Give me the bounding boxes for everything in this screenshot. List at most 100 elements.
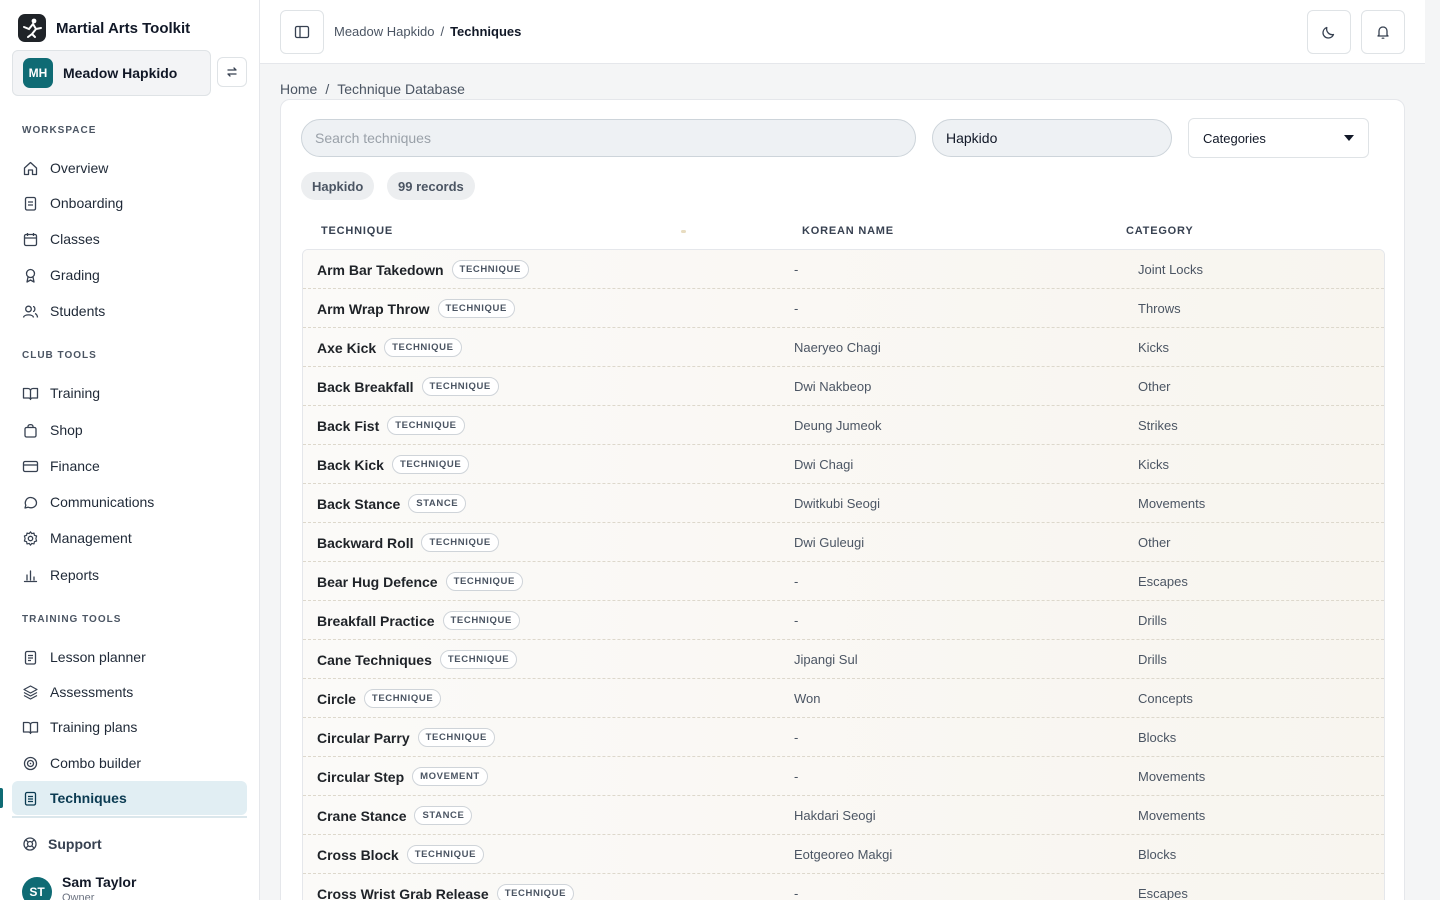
sidebar-item-finance[interactable]: Finance — [12, 449, 247, 483]
table-row[interactable]: Bear Hug Defence TECHNIQUE - Escapes — [303, 562, 1384, 601]
club-switcher[interactable]: MH Meadow Hapkido — [12, 50, 211, 96]
technique-name[interactable]: Crane Stance — [317, 808, 406, 824]
nav-section-workspace: WORKSPACE — [22, 125, 97, 136]
type-badge: TECHNIQUE — [445, 572, 523, 591]
users-icon — [22, 305, 39, 318]
header-breadcrumb: Meadow Hapkido / Techniques — [334, 24, 521, 39]
technique-name[interactable]: Back Kick — [317, 457, 384, 473]
user-name: Sam Taylor — [62, 874, 137, 890]
table-row[interactable]: Circle TECHNIQUE Won Concepts — [303, 679, 1384, 718]
technique-name[interactable]: Circular Parry — [317, 730, 410, 746]
sidebar-item-shop[interactable]: Shop — [12, 413, 247, 447]
sidebar-item-label: Training — [50, 385, 101, 401]
technique-name[interactable]: Cane Techniques — [317, 652, 432, 668]
technique-name[interactable]: Back Fist — [317, 418, 379, 434]
technique-name[interactable]: Back Stance — [317, 496, 400, 512]
category-select-value: Categories — [1203, 130, 1266, 146]
type-badge: TECHNIQUE — [437, 299, 515, 318]
table-row[interactable]: Back Kick TECHNIQUE Dwi Chagi Kicks — [303, 445, 1384, 484]
clipboard-icon — [24, 196, 37, 211]
sidebar-item-overview[interactable]: Overview — [12, 151, 247, 185]
table-row[interactable]: Arm Bar Takedown TECHNIQUE - Joint Locks — [303, 250, 1384, 289]
user-profile[interactable]: ST Sam Taylor Owner — [22, 873, 136, 900]
sidebar-item-lesson-planner[interactable]: Lesson planner — [12, 640, 247, 674]
technique-name[interactable]: Backward Roll — [317, 535, 413, 551]
clipboard-list-icon — [24, 650, 37, 665]
book-open-icon — [22, 387, 39, 400]
korean-name-cell: Eotgeoreo Makgi — [794, 847, 893, 862]
technique-name[interactable]: Breakfall Practice — [317, 613, 435, 629]
sidebar-item-combo-builder[interactable]: Combo builder — [12, 746, 247, 780]
shopping-bag-icon — [24, 423, 37, 438]
category-cell: Other — [1138, 379, 1171, 394]
sidebar-item-label: Reports — [50, 567, 100, 583]
technique-name[interactable]: Cross Block — [317, 847, 399, 863]
club-name: Meadow Hapkido — [63, 65, 178, 81]
sidebar-item-onboarding[interactable]: Onboarding — [12, 186, 247, 220]
technique-name[interactable]: Bear Hug Defence — [317, 574, 438, 590]
sidebar-item-label: Management — [50, 530, 132, 546]
breadcrumb-home[interactable]: Home — [280, 81, 317, 97]
column-header-technique[interactable]: TECHNIQUE — [321, 225, 393, 237]
technique-name[interactable]: Circle — [317, 691, 356, 707]
korean-name-cell: Hakdari Seogi — [794, 808, 876, 823]
table-row[interactable]: Cross Block TECHNIQUE Eotgeoreo Makgi Block… — [303, 835, 1384, 874]
category-select[interactable]: Categories — [1188, 118, 1369, 158]
sidebar-item-label: Overview — [50, 160, 109, 176]
category-cell: Concepts — [1138, 691, 1193, 706]
swap-club-button[interactable] — [217, 57, 247, 87]
sidebar-item-training-plans[interactable]: Training plans — [12, 710, 247, 744]
type-badge: TECHNIQUE — [384, 338, 462, 357]
award-icon — [25, 268, 36, 283]
table-row[interactable]: Circular Parry TECHNIQUE - Blocks — [303, 718, 1384, 757]
support-link[interactable]: Support — [22, 836, 102, 852]
calendar-icon — [23, 232, 38, 246]
technique-name[interactable]: Axe Kick — [317, 340, 376, 356]
sidebar-item-management[interactable]: Management — [12, 521, 247, 555]
column-header-korean-name[interactable]: KOREAN NAME — [802, 225, 894, 237]
technique-name[interactable]: Circular Step — [317, 769, 404, 785]
table-row[interactable]: Circular Step MOVEMENT - Movements — [303, 757, 1384, 796]
technique-name[interactable]: Arm Bar Takedown — [317, 262, 444, 278]
book-open-icon — [22, 721, 39, 734]
table-row[interactable]: Back Fist TECHNIQUE Deung Jumeok Strikes — [303, 406, 1384, 445]
column-header-category[interactable]: CATEGORY — [1126, 225, 1194, 237]
technique-name[interactable]: Arm Wrap Throw — [317, 301, 430, 317]
category-cell: Drills — [1138, 613, 1167, 628]
table-row[interactable]: Cross Wrist Grab Release TECHNIQUE - Escape… — [303, 874, 1384, 900]
table-row[interactable]: Arm Wrap Throw TECHNIQUE - Throws — [303, 289, 1384, 328]
table-row[interactable]: Breakfall Practice TECHNIQUE - Drills — [303, 601, 1384, 640]
korean-name-cell: Dwi Nakbeop — [794, 379, 872, 394]
search-input[interactable] — [301, 119, 916, 157]
notifications-button[interactable] — [1361, 10, 1405, 54]
swap-icon — [227, 67, 237, 77]
type-badge: TECHNIQUE — [387, 416, 465, 435]
sidebar-item-label: Assessments — [50, 684, 134, 700]
sidebar-item-label: Training plans — [50, 719, 138, 735]
table-row[interactable]: Back Breakfall TECHNIQUE Dwi Nakbeop Other — [303, 367, 1384, 406]
table-row[interactable]: Cane Techniques TECHNIQUE Jipangi Sul Drill… — [303, 640, 1384, 679]
category-cell: Movements — [1138, 496, 1206, 511]
sidebar-item-students[interactable]: Students — [12, 294, 247, 328]
technique-name[interactable]: Back Breakfall — [317, 379, 414, 395]
sidebar-item-grading[interactable]: Grading — [12, 258, 247, 292]
table-row[interactable]: Crane Stance STANCE Hakdari Seogi Movements — [303, 796, 1384, 835]
table-row[interactable]: Backward Roll TECHNIQUE Dwi Guleugi Other — [303, 523, 1384, 562]
sidebar-item-assessments[interactable]: Assessments — [12, 675, 247, 709]
sidebar-item-classes[interactable]: Classes — [12, 222, 247, 256]
sidebar-item-reports[interactable]: Reports — [12, 558, 247, 592]
nav-section-club-tools: CLUB TOOLS — [22, 350, 97, 361]
table-row[interactable]: Back Stance STANCE Dwitkubi Seogi Movements — [303, 484, 1384, 523]
type-badge: TECHNIQUE — [421, 533, 499, 552]
table-row[interactable]: Axe Kick TECHNIQUE Naeryeo Chagi Kicks — [303, 328, 1384, 367]
technique-name[interactable]: Cross Wrist Grab Release — [317, 886, 489, 900]
sidebar-item-training[interactable]: Training — [12, 376, 247, 410]
sidebar-toggle-button[interactable] — [280, 10, 324, 54]
sidebar-item-communications[interactable]: Communications — [12, 485, 247, 519]
style-filter-input[interactable]: Hapkido — [932, 119, 1172, 157]
sidebar-item-techniques[interactable]: Techniques — [12, 781, 247, 815]
breadcrumb-club[interactable]: Meadow Hapkido — [334, 24, 434, 39]
brand[interactable]: Martial Arts Toolkit — [18, 14, 190, 42]
theme-toggle-button[interactable] — [1307, 10, 1351, 54]
active-nav-underline — [12, 816, 247, 818]
